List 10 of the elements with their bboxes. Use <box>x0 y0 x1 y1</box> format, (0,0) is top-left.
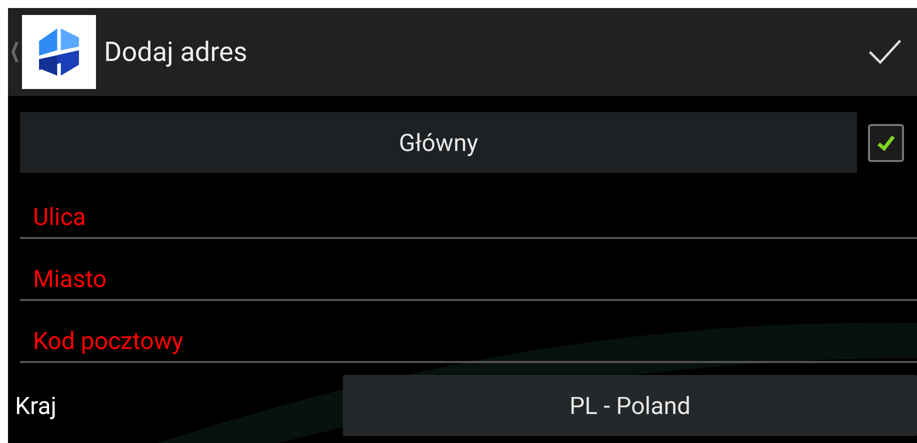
text-field[interactable]: Ulica <box>20 185 917 239</box>
text-field[interactable]: Kod pocztowy <box>20 309 917 363</box>
back-caret-icon[interactable] <box>11 40 19 64</box>
screen-title: Dodaj adres <box>104 34 248 70</box>
app-logo-icon[interactable] <box>22 15 96 89</box>
text-field[interactable]: Miasto <box>20 247 917 301</box>
country-label: Kraj <box>14 390 58 422</box>
country-dropdown[interactable]: PL - Poland <box>343 375 917 436</box>
main-checkbox[interactable] <box>868 124 904 162</box>
main-address-button[interactable]: Główny <box>20 112 857 173</box>
